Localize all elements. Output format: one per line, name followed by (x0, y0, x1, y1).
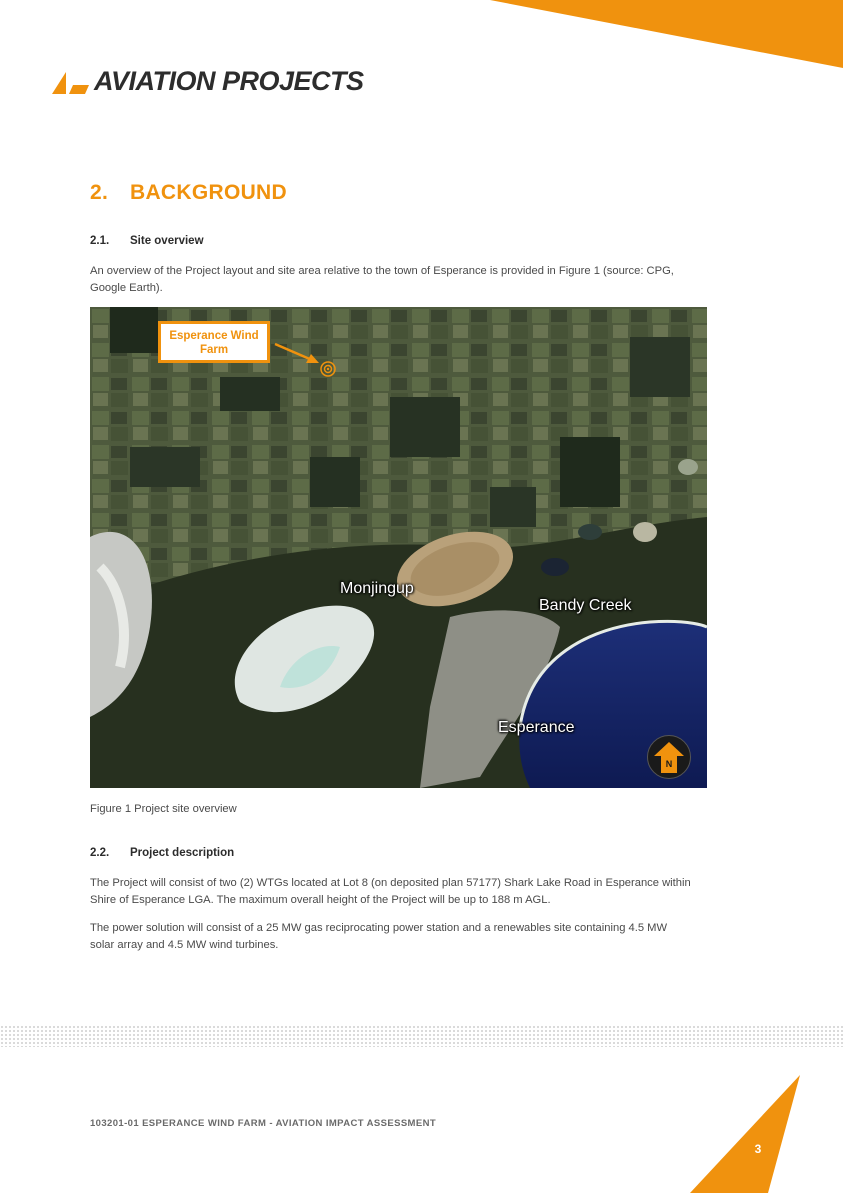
map-label-esperance: Esperance (498, 719, 575, 736)
north-arrow-icon (654, 742, 684, 773)
subsection-number: 2.1. (90, 235, 110, 247)
logo-text: AVIATION PROJECTS (94, 66, 364, 96)
site-overview-map: Esperance Wind Farm Monjingup Bandy Cree… (90, 307, 707, 788)
wind-farm-callout: Esperance Wind Farm (158, 321, 270, 363)
page-number: 3 (754, 1142, 762, 1156)
subsection-heading-project-description: 2.2. Project description (90, 847, 234, 859)
project-description-paragraph-1: The Project will consist of two (2) WTGs… (90, 877, 691, 906)
section-number: 2. (90, 181, 109, 204)
satellite-image (90, 307, 707, 788)
footer-document-title: 103201-01 ESPERANCE WIND FARM - AVIATION… (90, 1118, 437, 1129)
subsection-number: 2.2. (90, 847, 110, 859)
section-heading: 2. BACKGROUND (90, 181, 287, 205)
project-description-paragraph-2: The power solution will consist of a 25 … (90, 922, 668, 951)
subsection-title: Project description (130, 847, 235, 859)
subsection-heading-site-overview: 2.1. Site overview (90, 235, 204, 247)
section-title: BACKGROUND (130, 181, 287, 204)
logo-mark-icon (52, 72, 89, 94)
map-label-bandy-creek: Bandy Creek (539, 597, 632, 614)
subsection-title: Site overview (130, 235, 204, 247)
dotted-divider (0, 1025, 843, 1047)
north-indicator: N (647, 735, 691, 779)
site-overview-paragraph: An overview of the Project layout and si… (90, 265, 674, 294)
figure-caption: Figure 1 Project site overview (90, 803, 237, 815)
north-letter: N (665, 759, 673, 769)
corner-accent-bottom (690, 1075, 800, 1193)
map-label-monjingup: Monjingup (340, 580, 414, 597)
